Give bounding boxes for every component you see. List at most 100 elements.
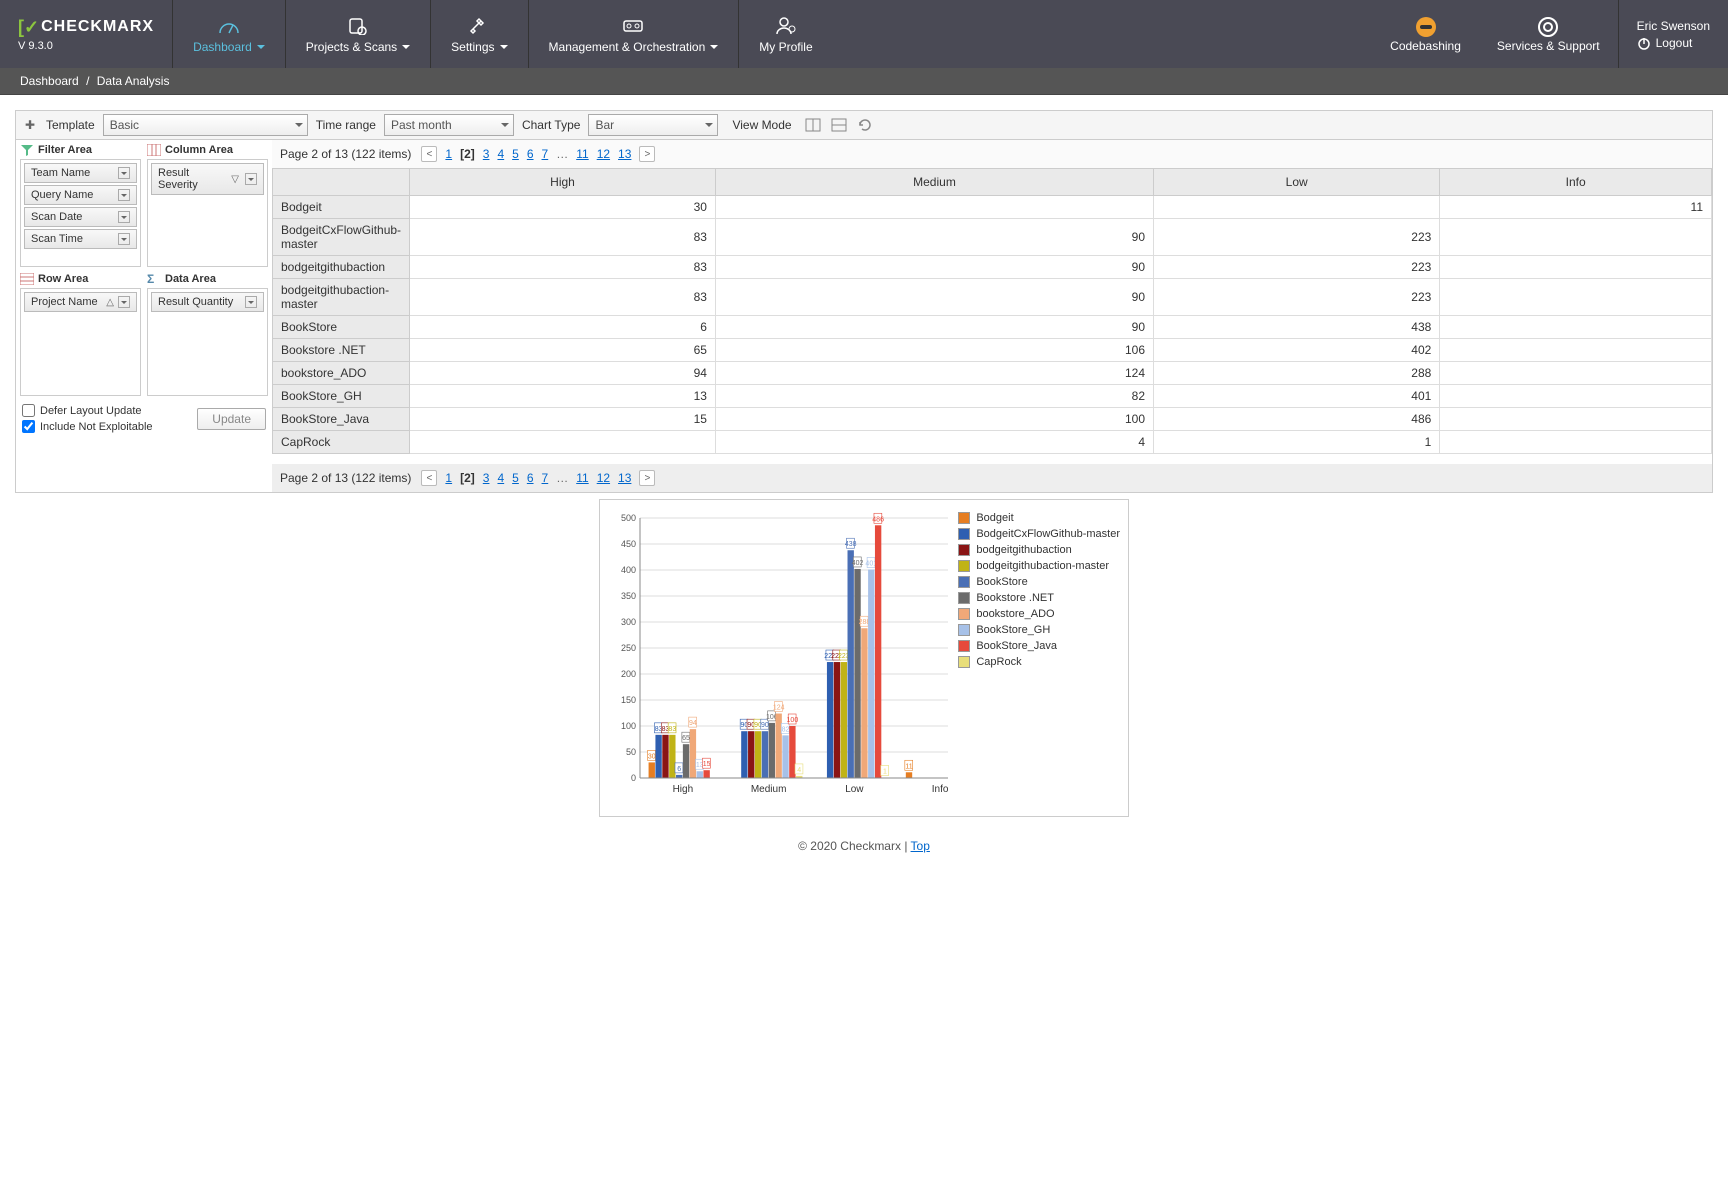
legend-item[interactable]: bodgeitgithubaction-master (958, 560, 1120, 572)
table-row: bookstore_ADO94124288 (273, 362, 1712, 385)
field-chip[interactable]: Result Quantity (151, 292, 264, 312)
add-template-button[interactable]: ✚ (22, 117, 38, 133)
top-link[interactable]: Top (911, 839, 930, 853)
pager-page[interactable]: 12 (597, 147, 610, 161)
pager-prev[interactable]: < (421, 470, 437, 486)
row-header[interactable]: bodgeitgithubaction-master (273, 279, 410, 316)
row-header[interactable]: BookStore (273, 316, 410, 339)
svg-text:65: 65 (682, 735, 690, 742)
row-header[interactable]: BodgeitCxFlowGithub-master (273, 219, 410, 256)
pager-next[interactable]: > (639, 470, 655, 486)
nav-management-orchestration[interactable]: Management & Orchestration (528, 0, 739, 68)
template-select[interactable]: Basic (103, 114, 308, 136)
pager-page[interactable]: 11 (576, 147, 588, 161)
svg-text:250: 250 (621, 643, 636, 653)
legend-item[interactable]: BodgeitCxFlowGithub-master (958, 528, 1120, 540)
include-not-exploitable-checkbox[interactable]: Include Not Exploitable (22, 420, 153, 433)
pager-page[interactable]: 1 (445, 471, 452, 485)
pager-page[interactable]: [2] (460, 471, 475, 485)
chart-container: 0501001502002503003504004505003083838366… (599, 499, 1129, 817)
pager-page[interactable]: 13 (618, 471, 631, 485)
legend-item[interactable]: BookStore_GH (958, 624, 1120, 636)
codebashing-link[interactable]: Codebashing (1372, 0, 1479, 68)
pager-page[interactable]: 3 (483, 147, 490, 161)
field-chip[interactable]: Scan Time (24, 229, 137, 249)
pivot-config-panel: Filter Area Team NameQuery NameScan Date… (16, 140, 272, 492)
field-chip[interactable]: Project Name△ (24, 292, 137, 312)
legend-item[interactable]: CapRock (958, 656, 1120, 668)
legend-item[interactable]: bodgeitgithubaction (958, 544, 1120, 556)
svg-text:90: 90 (761, 722, 769, 729)
legend-item[interactable]: bookstore_ADO (958, 608, 1120, 620)
row-header[interactable]: CapRock (273, 431, 410, 454)
pager-page[interactable]: 4 (497, 471, 504, 485)
pager-page[interactable]: 11 (576, 471, 588, 485)
lifebuoy-icon (1537, 15, 1559, 39)
svg-text:Low: Low (845, 784, 864, 795)
svg-text:94: 94 (689, 720, 697, 727)
pager-page[interactable]: 5 (512, 471, 519, 485)
pager-page[interactable]: 1 (445, 147, 452, 161)
pager-prev[interactable]: < (421, 146, 437, 162)
svg-text:50: 50 (626, 747, 636, 757)
row-header[interactable]: Bookstore .NET (273, 339, 410, 362)
pivot-table: HighMediumLowInfo Bodgeit3011BodgeitCxFl… (272, 168, 1712, 454)
field-chip[interactable]: Query Name (24, 185, 137, 205)
template-label: Template (46, 118, 95, 132)
field-chip[interactable]: Team Name (24, 163, 137, 183)
svg-text:1: 1 (883, 768, 887, 775)
row-header[interactable]: bodgeitgithubaction (273, 256, 410, 279)
legend-item[interactable]: Bookstore .NET (958, 592, 1120, 604)
nav-settings[interactable]: Settings (430, 0, 527, 68)
nav-my-profile[interactable]: My Profile (738, 0, 832, 68)
column-header[interactable]: Low (1154, 169, 1440, 196)
column-header[interactable]: Medium (715, 169, 1153, 196)
chart-type-select[interactable]: Bar (588, 114, 718, 136)
update-button[interactable]: Update (197, 408, 266, 430)
column-header[interactable]: High (410, 169, 716, 196)
svg-text:83: 83 (668, 726, 676, 733)
defer-layout-checkbox[interactable]: Defer Layout Update (22, 404, 153, 417)
pager-page[interactable]: 12 (597, 471, 610, 485)
view-grid-icon[interactable] (804, 116, 822, 134)
nav-projects-scans[interactable]: Projects & Scans (285, 0, 430, 68)
field-chip[interactable]: Scan Date (24, 207, 137, 227)
svg-text:500: 500 (621, 513, 636, 523)
pager-page[interactable]: 13 (618, 147, 631, 161)
header-right: Codebashing Services & Support Eric Swen… (1372, 0, 1728, 68)
svg-text:11: 11 (905, 763, 912, 770)
pager-page[interactable]: 4 (497, 147, 504, 161)
svg-text:486: 486 (872, 516, 884, 523)
svg-text:Info: Info (932, 784, 949, 795)
row-header[interactable]: bookstore_ADO (273, 362, 410, 385)
column-header[interactable]: Info (1440, 169, 1712, 196)
pager-page[interactable]: 6 (527, 471, 534, 485)
breadcrumb-root[interactable]: Dashboard (20, 74, 79, 88)
row-header[interactable]: BookStore_GH (273, 385, 410, 408)
field-chip[interactable]: Result Severity▽ (151, 163, 264, 195)
view-chart-icon[interactable] (830, 116, 848, 134)
row-header[interactable]: Bodgeit (273, 196, 410, 219)
pager-page[interactable]: 7 (542, 471, 549, 485)
legend-item[interactable]: BookStore_Java (958, 640, 1120, 652)
pager-page[interactable]: 6 (527, 147, 534, 161)
table-row: bodgeitgithubaction-master8390223 (273, 279, 1712, 316)
svg-text:High: High (673, 784, 694, 795)
pager-page[interactable]: 7 (542, 147, 549, 161)
view-mode-label: View Mode (732, 118, 791, 132)
legend-item[interactable]: BookStore (958, 576, 1120, 588)
nav-dashboard[interactable]: Dashboard (172, 0, 285, 68)
chart-legend: Bodgeit BodgeitCxFlowGithub-master bodgeit… (958, 508, 1120, 808)
pager-page[interactable]: 3 (483, 471, 490, 485)
pager-page[interactable]: 5 (512, 147, 519, 161)
pager-next[interactable]: > (639, 146, 655, 162)
refresh-icon[interactable] (856, 116, 874, 134)
legend-item[interactable]: Bodgeit (958, 512, 1120, 524)
time-range-select[interactable]: Past month (384, 114, 514, 136)
table-row: Bookstore .NET65106402 (273, 339, 1712, 362)
services-support-link[interactable]: Services & Support (1479, 0, 1618, 68)
logout-button[interactable]: Logout (1637, 36, 1710, 50)
row-header[interactable]: BookStore_Java (273, 408, 410, 431)
user-name: Eric Swenson (1637, 19, 1710, 33)
pager-page[interactable]: [2] (460, 147, 475, 161)
